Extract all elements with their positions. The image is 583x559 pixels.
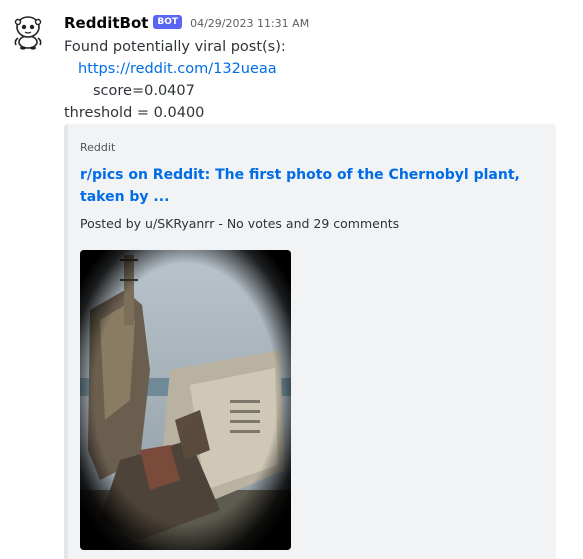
- message-header: RedditBot BOT 04/29/2023 11:31 AM: [64, 13, 309, 33]
- chat-message: RedditBot BOT 04/29/2023 11:31 AM Found …: [0, 0, 583, 559]
- post-link-line: https://reddit.com/132ueaa: [64, 58, 286, 80]
- robot-avatar-icon[interactable]: [13, 14, 43, 50]
- threshold-text: threshold = 0.0400: [64, 105, 205, 121]
- score-text: score=0.0407: [93, 83, 195, 99]
- intro-text: Found potentially viral post(s):: [64, 39, 286, 55]
- chernobyl-photo-image[interactable]: [80, 250, 291, 550]
- username[interactable]: RedditBot: [64, 14, 148, 32]
- message-timestamp: 04/29/2023 11:31 AM: [190, 16, 310, 30]
- link-embed-card: Reddit r/pics on Reddit: The first photo…: [64, 124, 556, 559]
- post-url-link[interactable]: https://reddit.com/132ueaa: [78, 61, 277, 77]
- bot-tag-badge: BOT: [153, 15, 183, 29]
- embed-title-link[interactable]: r/pics on Reddit: The first photo of the…: [80, 164, 540, 208]
- embed-description: Posted by u/SKRyanrr - No votes and 29 c…: [80, 216, 400, 231]
- message-content: Found potentially viral post(s): https:/…: [64, 36, 286, 124]
- embed-provider: Reddit: [80, 141, 116, 154]
